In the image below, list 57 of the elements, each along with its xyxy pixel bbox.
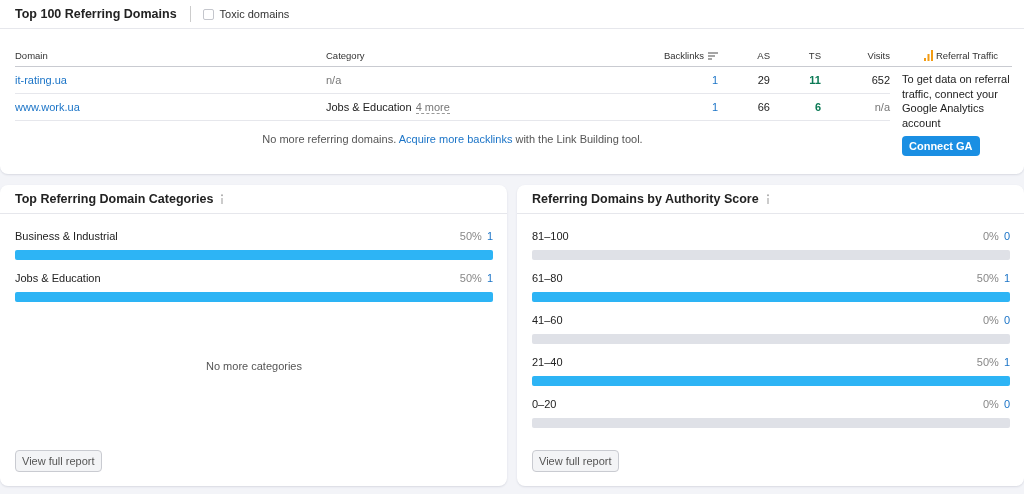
table-cell: n/a — [326, 74, 342, 86]
table-cell: 29 — [757, 74, 770, 86]
panel-title: Top Referring Domain Categories — [15, 192, 214, 206]
percent-value: 50% — [976, 272, 999, 284]
count-link[interactable]: 0 — [1003, 230, 1010, 242]
column-header: Domain — [15, 50, 48, 61]
table-cell: 11 — [809, 74, 821, 86]
table-cell: 6 — [814, 101, 821, 113]
acquire-link[interactable]: Acquire more backlinks — [398, 133, 513, 145]
table-cell: 66 — [757, 101, 770, 113]
bar-label: 41–60 — [532, 314, 563, 326]
count-link[interactable]: 0 — [1003, 314, 1010, 326]
referral-message: To get data on referral traffic, connect your Google Analytics account — [901, 72, 1011, 130]
percent-value: 50% — [976, 356, 999, 368]
table-cell: 652 — [871, 74, 890, 86]
column-header: Referral Traffic — [935, 50, 998, 61]
column-header: Visits — [867, 50, 890, 61]
column-header[interactable]: Backlinks — [663, 50, 704, 61]
info-icon[interactable] — [220, 194, 225, 204]
domain-link[interactable]: it-rating.ua — [15, 74, 67, 86]
bar-label: 81–100 — [532, 230, 569, 242]
backlinks-link[interactable]: 1 — [711, 101, 718, 113]
bar-chart-icon — [923, 50, 933, 61]
footer-message: No more referring domains. Acquire more backlinks with the Link Building tool. — [262, 133, 643, 145]
view-report-button[interactable]: View full report — [532, 450, 619, 472]
table-cell: n/a — [874, 101, 890, 113]
bar-label: Jobs & Education — [15, 272, 101, 284]
panel-title: Referring Domains by Authority Score — [532, 192, 759, 206]
count-link[interactable]: 1 — [486, 272, 493, 284]
percent-value: 0% — [982, 314, 999, 326]
checkbox[interactable] — [202, 8, 214, 20]
count-link[interactable]: 1 — [486, 230, 493, 242]
bar-label: 61–80 — [532, 272, 563, 284]
column-header: TS — [808, 50, 821, 61]
view-report-button[interactable]: View full report — [15, 450, 102, 472]
domain-link[interactable]: www.work.ua — [15, 101, 80, 113]
count-link[interactable]: 1 — [1003, 272, 1010, 284]
bar-label: 0–20 — [532, 398, 557, 410]
more-link[interactable]: 4 more — [415, 100, 450, 114]
bar-label: Business & Industrial — [15, 230, 118, 242]
sort-icon[interactable] — [708, 51, 718, 60]
empty-message: No more categories — [206, 360, 302, 372]
connect-button[interactable]: Connect GA — [902, 136, 980, 156]
percent-value: 50% — [459, 272, 482, 284]
backlinks-link[interactable]: 1 — [711, 74, 718, 86]
percent-value: 0% — [982, 230, 999, 242]
count-link[interactable]: 0 — [1003, 398, 1010, 410]
info-icon[interactable] — [765, 194, 770, 204]
percent-value: 0% — [982, 398, 999, 410]
count-link[interactable]: 1 — [1003, 356, 1010, 368]
percent-value: 50% — [459, 230, 482, 242]
column-header: Category — [326, 50, 365, 61]
column-header: AS — [757, 50, 770, 61]
bar-label: 21–40 — [532, 356, 563, 368]
checkbox-label: Toxic domains — [219, 8, 290, 20]
table-cell: Jobs & Education — [326, 101, 412, 113]
panel-title: Top 100 Referring Domains — [15, 7, 177, 21]
